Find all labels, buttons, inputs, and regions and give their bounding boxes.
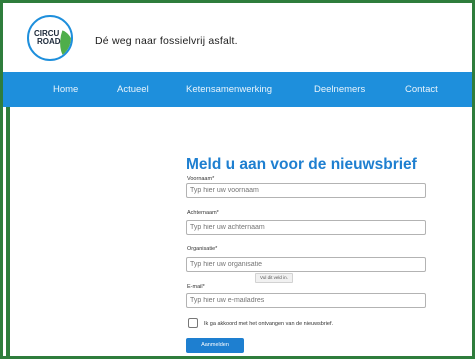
email-input[interactable] bbox=[186, 293, 426, 308]
validation-tooltip: Vul dit veld in. bbox=[255, 273, 293, 283]
nav-item-contact[interactable]: Contact bbox=[405, 72, 438, 107]
site-tagline: Dé weg naar fossielvrij asfalt. bbox=[95, 35, 238, 47]
logo-text: CIRCU ROAD bbox=[34, 30, 70, 46]
last-name-input[interactable] bbox=[186, 220, 426, 235]
nav-item-actueel[interactable]: Actueel bbox=[117, 72, 149, 107]
consent-checkbox[interactable] bbox=[188, 318, 198, 328]
main-navigation: Home Actueel Ketensamenwerking Deelnemer… bbox=[3, 72, 472, 107]
nav-item-deelnemers[interactable]: Deelnemers bbox=[314, 72, 365, 107]
email-label: E-mail* bbox=[187, 284, 205, 290]
left-accent-bar bbox=[6, 107, 10, 356]
site-header: CIRCU ROAD Dé weg naar fossielvrij asfal… bbox=[3, 3, 472, 69]
first-name-label: Voornaam* bbox=[187, 176, 215, 182]
circuroad-logo[interactable]: CIRCU ROAD bbox=[27, 15, 73, 61]
newsletter-title: Meld u aan voor de nieuwsbrief bbox=[186, 156, 417, 173]
last-name-label: Achternaam* bbox=[187, 210, 219, 216]
nav-item-ketensamenwerking[interactable]: Ketensamenwerking bbox=[186, 72, 272, 107]
organisation-input[interactable] bbox=[186, 257, 426, 272]
logo-text-line2: ROAD bbox=[37, 37, 61, 46]
nav-item-home[interactable]: Home bbox=[53, 72, 78, 107]
organisation-label: Organisatie* bbox=[187, 246, 218, 252]
page-frame: CIRCU ROAD Dé weg naar fossielvrij asfal… bbox=[3, 3, 472, 356]
submit-button[interactable]: Aanmelden bbox=[186, 338, 244, 353]
first-name-input[interactable] bbox=[186, 183, 426, 198]
consent-label: Ik ga akkoord met het ontvangen van de n… bbox=[204, 321, 334, 327]
